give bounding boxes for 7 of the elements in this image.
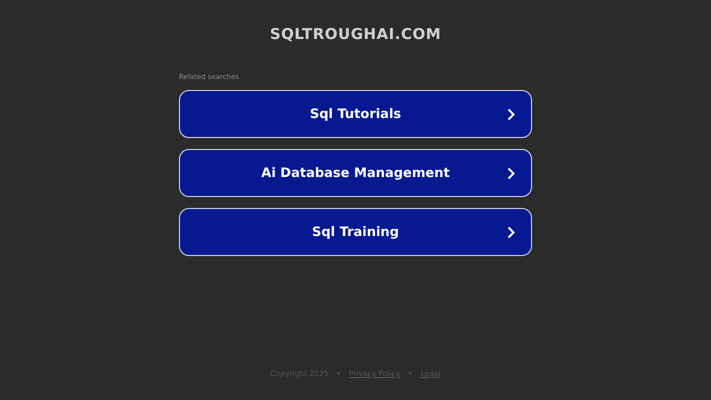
chevron-icon [507,226,515,239]
search-link[interactable]: Ai Database Management [179,149,532,197]
chevron-icon [507,167,515,180]
search-link[interactable]: Sql Training [179,208,532,256]
site-title: SQLTROUGHAI.COM [270,25,442,43]
chevron-icon [507,108,515,121]
search-link[interactable]: Sql Tutorials [179,90,532,138]
